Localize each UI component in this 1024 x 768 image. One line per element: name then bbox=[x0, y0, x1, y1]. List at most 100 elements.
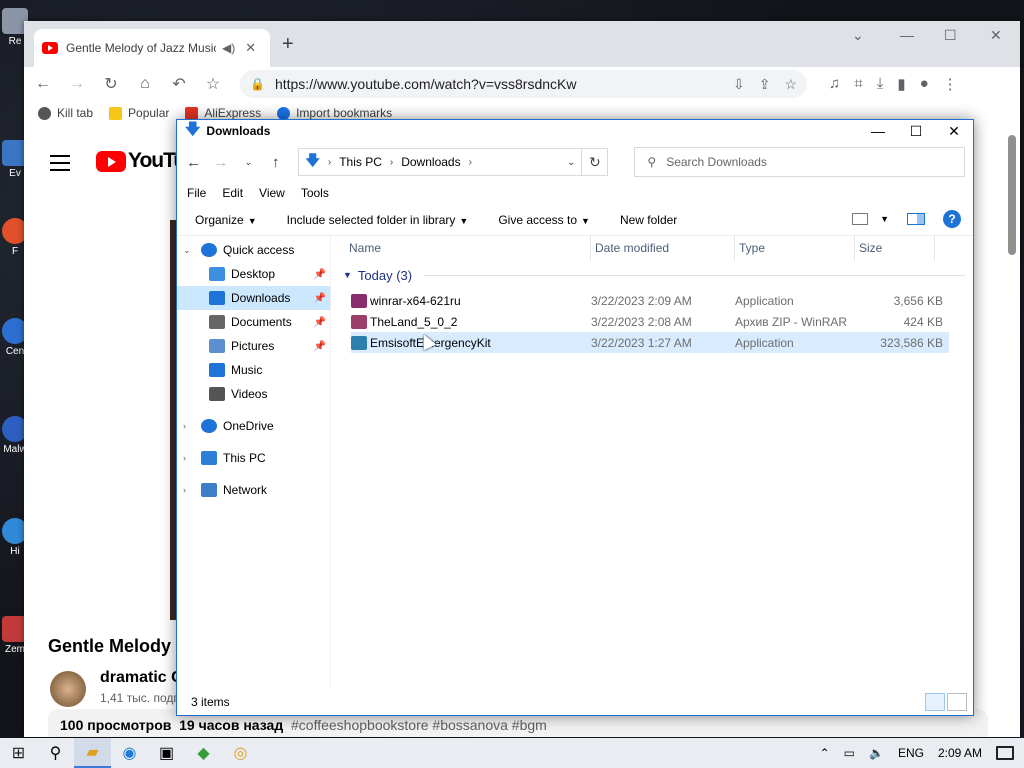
hashtags[interactable]: #coffeeshopbookstore #bossanova #bgm bbox=[291, 717, 547, 733]
nav-item-onedrive[interactable]: › OneDrive bbox=[177, 414, 330, 438]
include-in-library-button[interactable]: Include selected folder in library ▼ bbox=[287, 213, 469, 227]
tab-close-icon[interactable]: ✕ bbox=[245, 40, 256, 56]
language-indicator[interactable]: ENG bbox=[898, 746, 924, 760]
file-row[interactable]: EmsisoftEmergencyKit 3/22/2023 1:27 AM App… bbox=[351, 332, 949, 353]
maximize-button[interactable]: ☐ bbox=[897, 120, 935, 142]
bookmark-star-icon[interactable]: ☆ bbox=[202, 74, 224, 94]
file-list: Name Date modified Type Size ▼ Today (3)… bbox=[333, 236, 973, 686]
details-view-toggle[interactable] bbox=[925, 693, 945, 711]
minimize-button[interactable]: — bbox=[900, 27, 914, 43]
hamburger-menu-icon[interactable] bbox=[50, 155, 70, 176]
forward-icon[interactable]: → bbox=[66, 75, 88, 93]
column-name[interactable]: Name bbox=[333, 236, 591, 260]
chevron-right-icon[interactable]: › bbox=[183, 453, 193, 463]
forward-icon[interactable]: → bbox=[212, 154, 229, 171]
speaker-icon[interactable]: ◀) bbox=[222, 41, 235, 55]
new-folder-button[interactable]: New folder bbox=[620, 213, 677, 227]
install-icon[interactable]: ⇩ bbox=[733, 76, 745, 93]
back-icon[interactable]: ← bbox=[185, 154, 202, 171]
refresh-button[interactable]: ↻ bbox=[581, 148, 609, 176]
new-tab-button[interactable]: + bbox=[282, 33, 294, 56]
network-icon[interactable]: ▭ bbox=[844, 746, 855, 760]
view-count: 100 просмотров bbox=[60, 717, 172, 733]
notification-icon[interactable] bbox=[996, 746, 1014, 760]
share-icon[interactable]: ⇪ bbox=[759, 76, 771, 93]
channel-name[interactable]: dramatic C bbox=[100, 669, 183, 687]
nav-item-desktop[interactable]: Desktop 📌 bbox=[177, 262, 330, 286]
menu-icon[interactable]: ⋮ bbox=[943, 75, 958, 93]
group-header-today[interactable]: ▼ Today (3) bbox=[333, 260, 973, 290]
volume-icon[interactable]: 🔈 bbox=[869, 746, 884, 760]
side-panel-icon[interactable]: ▮ bbox=[897, 75, 905, 93]
recent-locations-icon[interactable]: ⌄ bbox=[240, 157, 257, 168]
chevron-right-icon[interactable]: › bbox=[183, 421, 193, 431]
file-explorer-taskbar-icon[interactable]: ▰ bbox=[74, 738, 111, 768]
address-bar[interactable]: 🔒 https://www.youtube.com/watch?v=vss8rs… bbox=[240, 70, 807, 98]
chevron-down-icon[interactable]: ⌄ bbox=[183, 245, 193, 256]
clock[interactable]: 2:09 AM bbox=[938, 746, 982, 760]
bookmark-kill-tab[interactable]: Kill tab bbox=[38, 106, 93, 120]
start-button[interactable]: ⊞ bbox=[0, 738, 37, 768]
change-view-button[interactable]: ▼ bbox=[852, 213, 889, 225]
tab-search-icon[interactable]: ⌄ bbox=[852, 27, 864, 44]
explorer-titlebar[interactable]: 🡇 Downloads bbox=[177, 120, 973, 142]
column-date-modified[interactable]: Date modified bbox=[591, 236, 735, 260]
nav-item-this-pc[interactable]: › This PC bbox=[177, 446, 330, 470]
large-icons-view-toggle[interactable] bbox=[947, 693, 967, 711]
give-access-button[interactable]: Give access to ▼ bbox=[498, 213, 590, 227]
menu-edit[interactable]: Edit bbox=[222, 186, 243, 200]
page-scrollbar[interactable] bbox=[1008, 135, 1016, 255]
column-type[interactable]: Type bbox=[735, 236, 855, 260]
home-icon[interactable]: ⌂ bbox=[134, 75, 156, 93]
chrome-taskbar-icon[interactable]: ◎ bbox=[222, 738, 259, 768]
media-queue-icon[interactable]: ♫ bbox=[829, 75, 840, 93]
store-taskbar-icon[interactable]: ▣ bbox=[148, 738, 185, 768]
menu-file[interactable]: File bbox=[187, 186, 206, 200]
app-taskbar-icon[interactable]: ◆ bbox=[185, 738, 222, 768]
nav-item-documents[interactable]: Documents 📌 bbox=[177, 310, 330, 334]
profile-icon[interactable]: ● bbox=[920, 75, 929, 93]
bookmark-import[interactable]: Import bookmarks bbox=[277, 106, 392, 120]
maximize-button[interactable]: ☐ bbox=[944, 27, 957, 44]
nav-item-downloads[interactable]: Downloads 📌 bbox=[177, 286, 330, 310]
chevron-right-icon[interactable]: › bbox=[183, 485, 193, 495]
nav-item-quick-access[interactable]: ⌄ Quick access bbox=[177, 238, 330, 262]
download-icon[interactable]: ⤓ bbox=[877, 75, 884, 93]
file-row[interactable]: winrar-x64-621ru 3/22/2023 2:09 AM Applica… bbox=[351, 290, 949, 311]
close-button[interactable]: ✕ bbox=[935, 120, 973, 142]
channel-avatar[interactable] bbox=[50, 671, 86, 707]
file-name: winrar-x64-621ru bbox=[370, 293, 461, 308]
breadcrumb-downloads[interactable]: Downloads bbox=[401, 155, 460, 169]
up-icon[interactable]: ↑ bbox=[267, 154, 284, 171]
nav-item-videos[interactable]: Videos bbox=[177, 382, 330, 406]
browser-tab-active[interactable]: Gentle Melody of Jazz Music in ◀) ✕ bbox=[34, 29, 270, 67]
nav-item-pictures[interactable]: Pictures 📌 bbox=[177, 334, 330, 358]
undo-icon[interactable]: ↶ bbox=[168, 74, 190, 94]
column-size[interactable]: Size bbox=[855, 236, 935, 260]
minimize-button[interactable]: — bbox=[859, 120, 897, 142]
breadcrumb-this-pc[interactable]: This PC bbox=[339, 155, 382, 169]
back-icon[interactable]: ← bbox=[32, 75, 54, 93]
reload-icon[interactable]: ↻ bbox=[100, 74, 122, 94]
chevron-down-icon[interactable]: ⌄ bbox=[567, 157, 575, 168]
file-row[interactable]: TheLand_5_0_2 3/22/2023 2:08 AM Архив ZIP … bbox=[351, 311, 949, 332]
preview-pane-icon[interactable] bbox=[907, 213, 925, 225]
close-window-button[interactable]: ✕ bbox=[990, 27, 1002, 44]
nav-item-label: Downloads bbox=[231, 291, 291, 305]
address-bar[interactable]: 🡇 › This PC › Downloads › ⌄ bbox=[298, 148, 583, 176]
search-icon[interactable]: ⚲ bbox=[37, 738, 74, 768]
bookmark-popular[interactable]: Popular bbox=[109, 106, 169, 120]
nav-item-music[interactable]: Music bbox=[177, 358, 330, 382]
menu-tools[interactable]: Tools bbox=[301, 186, 329, 200]
winrar-icon bbox=[351, 293, 367, 308]
search-icon: ⚲ bbox=[647, 155, 657, 169]
star-icon[interactable]: ☆ bbox=[784, 76, 797, 93]
nav-item-network[interactable]: › Network bbox=[177, 478, 330, 502]
search-box[interactable]: ⚲ Search Downloads bbox=[634, 147, 966, 177]
show-hidden-icons-icon[interactable]: ⌃ bbox=[820, 746, 830, 760]
crop-icon[interactable]: ⌗ bbox=[854, 75, 862, 93]
menu-view[interactable]: View bbox=[259, 186, 285, 200]
edge-taskbar-icon[interactable]: ◉ bbox=[111, 738, 148, 768]
organize-button[interactable]: Organize ▼ bbox=[195, 213, 257, 227]
help-icon[interactable]: ? bbox=[943, 210, 961, 228]
